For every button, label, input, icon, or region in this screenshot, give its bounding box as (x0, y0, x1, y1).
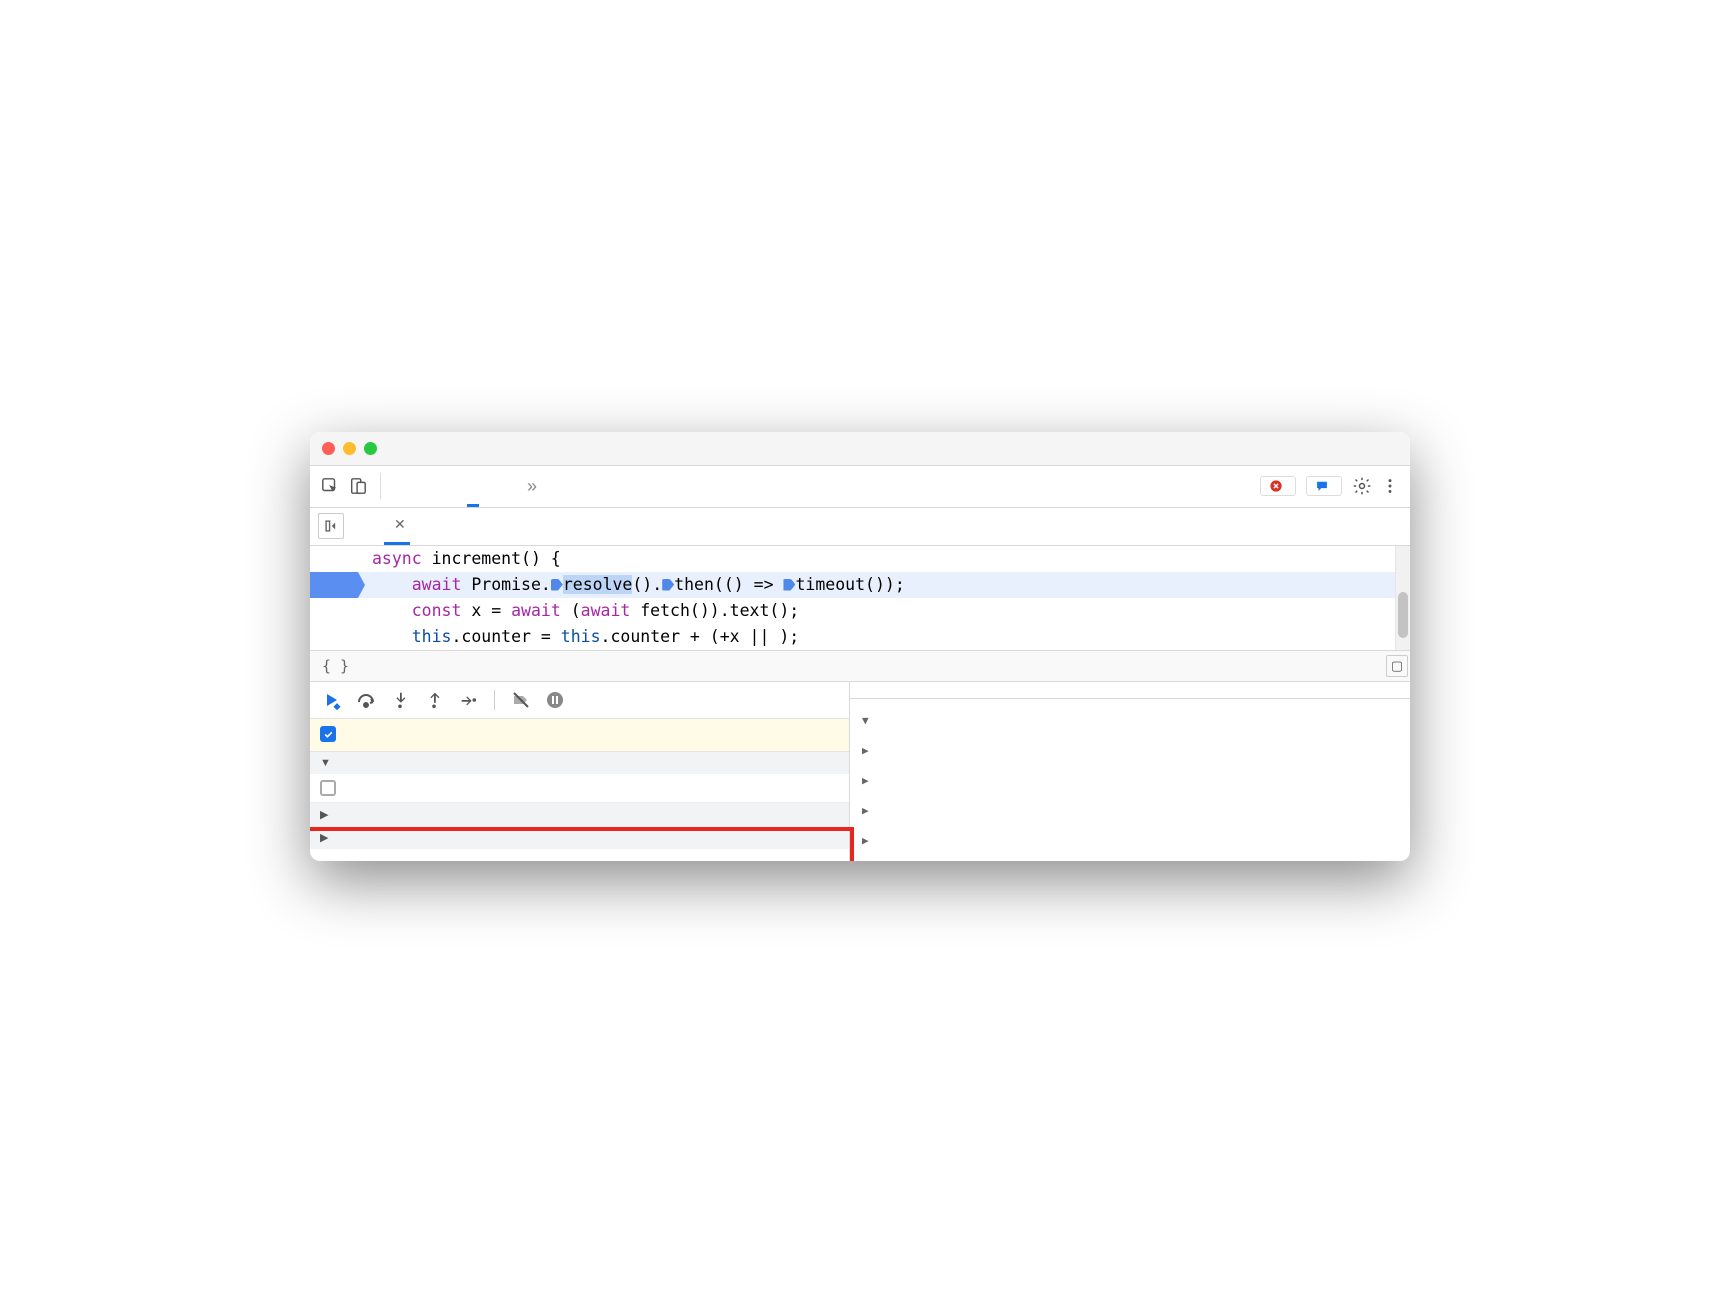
resume-icon[interactable] (320, 688, 344, 712)
file-tabs: ✕ (310, 508, 1410, 546)
error-count-badge[interactable] (1260, 476, 1296, 496)
pause-exceptions-icon[interactable] (543, 688, 567, 712)
step-over-icon[interactable] (354, 688, 378, 712)
step-icon[interactable] (456, 688, 480, 712)
tab-sources[interactable] (467, 465, 479, 507)
minimize-window-button[interactable] (343, 442, 356, 455)
debugger-left-pane: ▼ ▶ ▶ (310, 682, 850, 861)
line-number (310, 598, 358, 624)
tab-console[interactable] (437, 465, 449, 507)
inspect-icon[interactable] (316, 472, 344, 500)
main-toolbar: » (310, 466, 1410, 508)
scope-watch-tabs (850, 682, 1410, 699)
maximize-window-button[interactable] (364, 442, 377, 455)
pretty-print-icon[interactable]: { } (322, 657, 349, 675)
message-count-badge[interactable] (1306, 476, 1342, 496)
step-into-icon[interactable] (388, 688, 412, 712)
step-marker-icon (662, 579, 674, 591)
editor-scrollbar[interactable] (1395, 546, 1410, 650)
close-tab-icon[interactable]: ✕ (394, 516, 406, 533)
toggle-sidebar-icon[interactable]: ▢ (1386, 655, 1408, 677)
editor-footer: { } ▢ (310, 650, 1410, 681)
tab-index[interactable] (360, 507, 368, 545)
kebab-menu-icon[interactable] (1376, 472, 1404, 500)
more-tabs-icon[interactable]: » (527, 476, 537, 497)
scope-global[interactable]: ▶ (862, 825, 1398, 855)
callstack-header[interactable]: ▼ (310, 752, 849, 774)
deactivate-breakpoints-icon[interactable] (509, 688, 533, 712)
device-toggle-icon[interactable] (344, 472, 372, 500)
tab-app-component[interactable]: ✕ (384, 507, 410, 545)
settings-icon[interactable] (1348, 472, 1376, 500)
traffic-lights (322, 442, 377, 455)
scope-local[interactable]: ▼ (862, 705, 1398, 735)
breakpoint-message (310, 719, 849, 752)
line-number (310, 624, 358, 650)
ignore-frames-toggle[interactable] (310, 774, 849, 803)
code-editor[interactable]: async increment() { await Promise.resolv… (310, 546, 1410, 650)
separator (494, 690, 495, 710)
toolbar-badges (1260, 476, 1342, 496)
scrollbar-thumb[interactable] (1398, 592, 1408, 638)
code-line: this.counter = this.counter + (+x || ); (358, 624, 799, 650)
code-line: async increment() { (358, 546, 561, 572)
step-marker-icon (783, 579, 795, 591)
xhr-breakpoints-header[interactable]: ▶ (310, 803, 849, 826)
dom-breakpoints-header[interactable]: ▶ (310, 826, 849, 849)
checkbox-icon[interactable] (320, 780, 336, 796)
scope-closure[interactable]: ▶ (862, 765, 1398, 795)
step-marker-icon (551, 579, 563, 591)
scope-tree: ▼ ▶ ▶ ▶ ▶ (850, 699, 1410, 861)
tab-network[interactable] (497, 465, 509, 507)
navigator-toggle-icon[interactable] (318, 513, 344, 539)
line-number (310, 546, 358, 572)
title-bar (310, 432, 1410, 466)
code-line: const x = await (await fetch()).text(); (358, 598, 799, 624)
line-number-active (310, 572, 358, 598)
step-out-icon[interactable] (422, 688, 446, 712)
scope-closure[interactable]: ▶ (862, 795, 1398, 825)
tab-elements[interactable] (407, 465, 419, 507)
close-window-button[interactable] (322, 442, 335, 455)
breakpoint-checkbox[interactable] (320, 726, 336, 742)
separator (380, 473, 381, 499)
debugger-right-pane: ▼ ▶ ▶ ▶ ▶ (850, 682, 1410, 861)
panel-tabs: » (407, 465, 1260, 507)
debugger-toolbar (310, 682, 849, 719)
code-line-active: await Promise.resolve().then(() => timeo… (358, 572, 905, 598)
scope-closure[interactable]: ▶ (862, 735, 1398, 765)
